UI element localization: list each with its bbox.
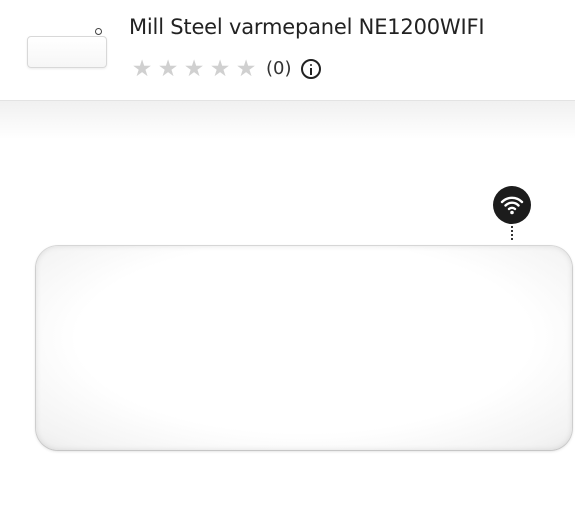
thumbnail-heater-image [27, 36, 107, 68]
thumbnail-wifi-dot [95, 28, 102, 35]
star-icon: ★ [157, 56, 179, 82]
wifi-icon [500, 196, 524, 215]
product-header: Mill Steel varmepanel NE1200WIFI ★ ★ ★ ★… [0, 0, 575, 101]
heater-panel-image[interactable] [36, 246, 572, 450]
product-title: Mill Steel varmepanel NE1200WIFI [129, 15, 485, 39]
rating-row: ★ ★ ★ ★ ★ (0) [130, 57, 321, 81]
review-count[interactable]: (0) [266, 57, 292, 81]
rating-stars[interactable]: ★ ★ ★ ★ ★ [130, 57, 258, 81]
wifi-connector-line [511, 226, 513, 242]
star-icon: ★ [235, 56, 257, 82]
product-thumbnail[interactable] [27, 28, 107, 68]
star-icon: ★ [209, 56, 231, 82]
wifi-badge [493, 186, 531, 224]
star-icon: ★ [183, 56, 205, 82]
info-icon[interactable] [300, 59, 321, 79]
star-icon: ★ [131, 56, 153, 82]
header-shadow [0, 100, 575, 140]
